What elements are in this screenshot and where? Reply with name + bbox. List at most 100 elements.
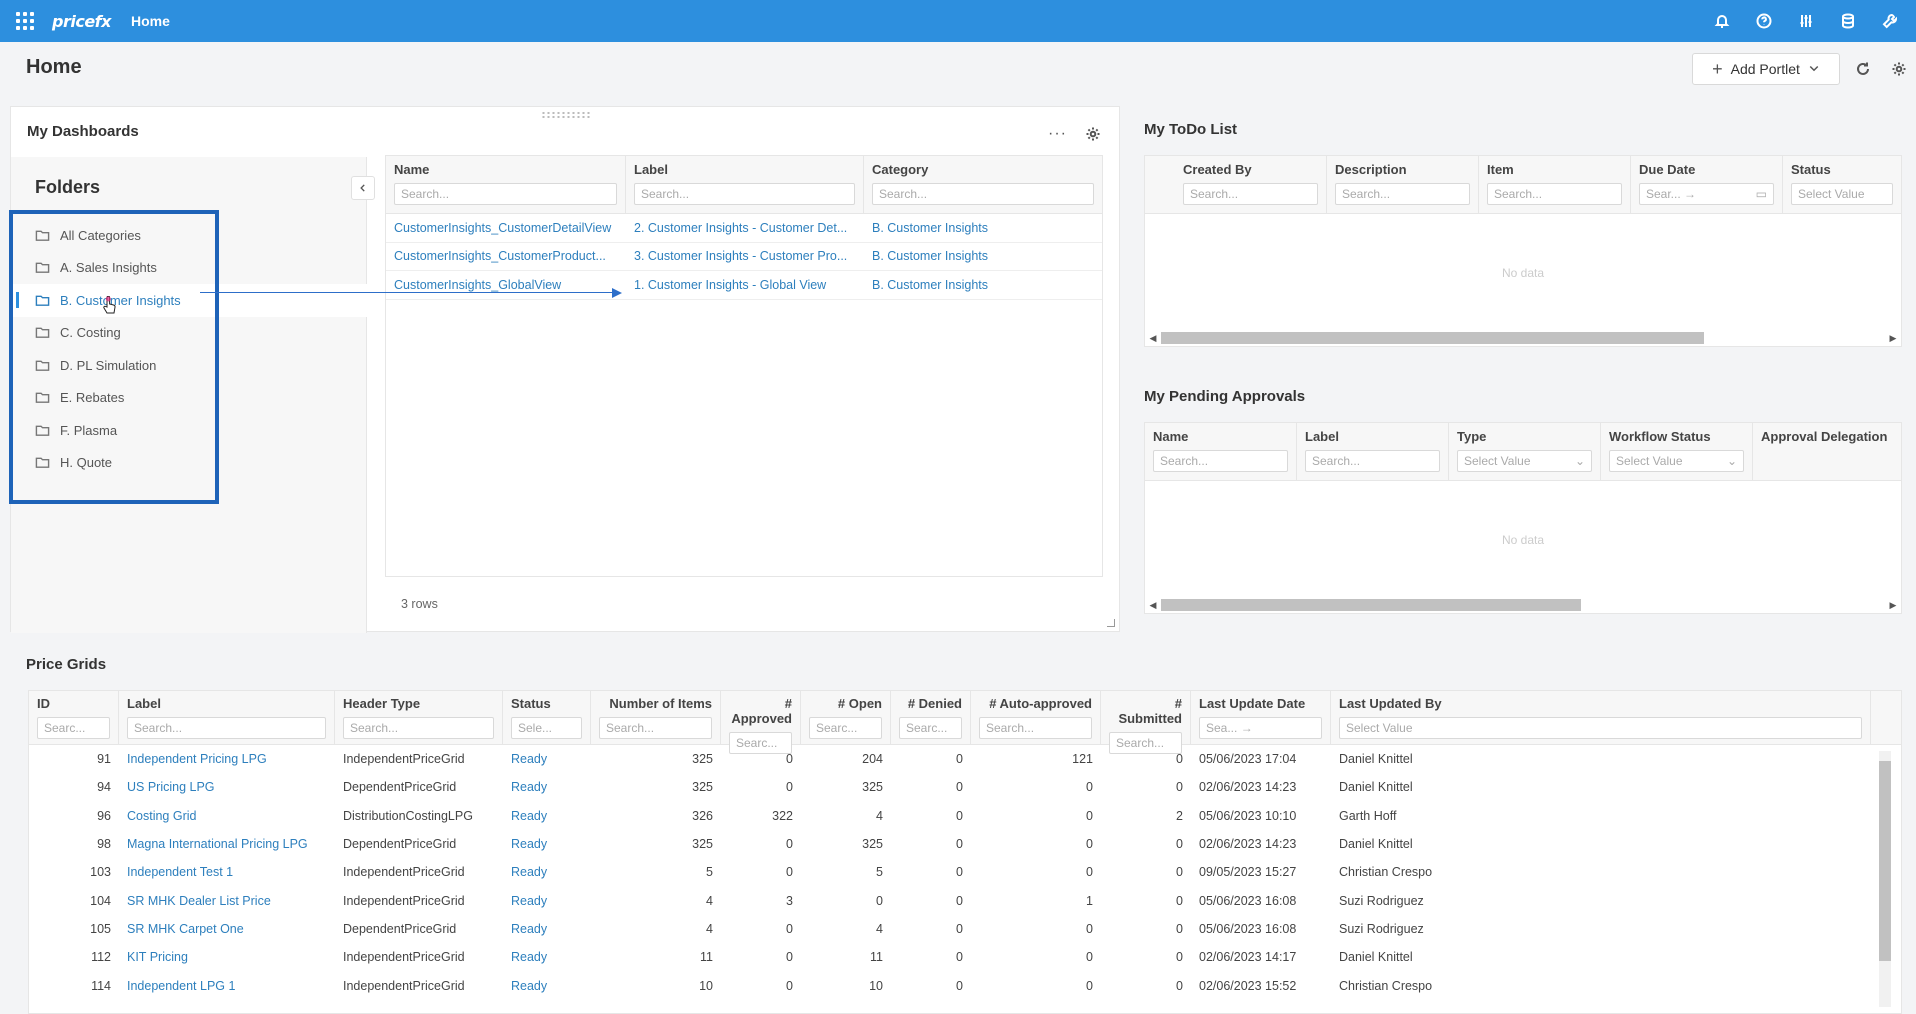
column-filter-input[interactable]: Sele... — [511, 717, 582, 739]
column-filter-input[interactable]: Search... — [343, 717, 494, 739]
label-search-input[interactable]: Search... — [1305, 450, 1440, 472]
more-options-icon[interactable]: ··· — [1048, 125, 1067, 143]
table-cell[interactable]: Independent Pricing LPG — [119, 752, 335, 766]
label-search-input[interactable]: Search... — [634, 183, 855, 205]
table-cell[interactable]: KIT Pricing — [119, 950, 335, 964]
name-search-input[interactable]: Search... — [394, 183, 617, 205]
app-menu-icon[interactable] — [16, 12, 34, 30]
column-header[interactable]: Number of Items — [599, 696, 712, 711]
column-header[interactable]: Name — [1153, 429, 1288, 444]
table-cell[interactable]: SR MHK Carpet One — [119, 922, 335, 936]
column-header[interactable]: Item — [1487, 162, 1622, 177]
column-header[interactable]: Status — [511, 696, 582, 711]
column-header[interactable]: # Submitted — [1109, 696, 1182, 726]
column-filter-input[interactable]: Searc... — [899, 717, 962, 739]
page-settings-button[interactable] — [1888, 58, 1910, 80]
column-header[interactable]: Due Date — [1639, 162, 1774, 177]
column-header[interactable]: Workflow Status — [1609, 429, 1744, 444]
column-header[interactable]: # Approved — [729, 696, 792, 726]
column-header[interactable]: Label — [634, 162, 855, 177]
column-header[interactable]: Label — [1305, 429, 1440, 444]
table-row[interactable]: 104 SR MHK Dealer List Price IndependentPr… — [29, 886, 1901, 914]
horizontal-scrollbar[interactable]: ◀ ▶ — [1145, 330, 1901, 346]
table-cell[interactable]: Costing Grid — [119, 809, 335, 823]
row-label[interactable]: 2. Customer Insights - Customer Det... — [626, 221, 864, 235]
column-header[interactable]: ID — [37, 696, 110, 711]
table-cell[interactable]: Independent LPG 1 — [119, 979, 335, 993]
help-icon[interactable] — [1754, 11, 1774, 31]
folder-item[interactable]: All Categories — [11, 219, 367, 252]
table-cell[interactable]: US Pricing LPG — [119, 780, 335, 794]
folder-item[interactable]: F. Plasma — [11, 414, 367, 447]
table-cell[interactable]: Independent Test 1 — [119, 865, 335, 879]
gear-icon[interactable] — [1085, 126, 1101, 142]
column-header[interactable]: Created By — [1183, 162, 1318, 177]
column-header[interactable]: Status — [1791, 162, 1893, 177]
column-header[interactable]: # Open — [809, 696, 882, 711]
folder-item-active[interactable]: B. Customer Insights — [11, 284, 367, 317]
column-header[interactable]: Description — [1335, 162, 1470, 177]
refresh-button[interactable] — [1852, 58, 1874, 80]
column-header[interactable]: Name — [394, 162, 617, 177]
tools-icon[interactable] — [1880, 11, 1900, 31]
column-filter-input[interactable]: Search... — [979, 717, 1092, 739]
table-row[interactable]: 103 Independent Test 1 IndependentPriceGri… — [29, 858, 1901, 886]
column-header[interactable]: Last Update Date — [1199, 696, 1322, 711]
column-filter-input[interactable]: Sea... → — [1199, 717, 1322, 739]
workflow-status-select[interactable]: Select Value ⌄ — [1609, 450, 1744, 472]
table-row[interactable]: 105 SR MHK Carpet One DependentPriceGrid Re… — [29, 915, 1901, 943]
row-category[interactable]: B. Customer Insights — [864, 221, 1102, 235]
column-filter-input[interactable]: Search... — [599, 717, 712, 739]
item-search-input[interactable]: Search... — [1487, 183, 1622, 205]
horizontal-scrollbar[interactable]: ◀ ▶ — [1145, 597, 1901, 613]
folder-item[interactable]: E. Rebates — [11, 382, 367, 415]
row-name[interactable]: CustomerInsights_GlobalView — [386, 278, 626, 292]
table-row[interactable]: CustomerInsights_CustomerProduct... 3. C… — [386, 243, 1102, 271]
add-portlet-button[interactable]: + Add Portlet — [1692, 53, 1840, 85]
column-header[interactable]: # Denied — [899, 696, 962, 711]
row-category[interactable]: B. Customer Insights — [864, 249, 1102, 263]
sliders-icon[interactable] — [1796, 11, 1816, 31]
scroll-left-icon[interactable]: ◀ — [1145, 333, 1161, 344]
table-cell[interactable]: Magna International Pricing LPG — [119, 837, 335, 851]
table-row[interactable]: CustomerInsights_GlobalView 1. Customer … — [386, 271, 1102, 300]
due-date-range-input[interactable]: Sear... → ▭ — [1639, 183, 1774, 205]
row-category[interactable]: B. Customer Insights — [864, 278, 1102, 292]
folder-item[interactable]: A. Sales Insights — [11, 252, 367, 285]
folder-item[interactable]: D. PL Simulation — [11, 349, 367, 382]
column-header[interactable]: Category — [872, 162, 1094, 177]
drag-handle[interactable] — [541, 111, 591, 119]
column-filter-input[interactable]: Search... — [1109, 732, 1182, 754]
folder-item[interactable]: C. Costing — [11, 317, 367, 350]
column-filter-input[interactable]: Searc... — [37, 717, 110, 739]
scroll-right-icon[interactable]: ▶ — [1885, 600, 1901, 611]
resize-handle[interactable] — [1107, 619, 1115, 627]
notifications-bell-icon[interactable] — [1712, 11, 1732, 31]
category-search-input[interactable]: Search... — [872, 183, 1094, 205]
row-name[interactable]: CustomerInsights_CustomerProduct... — [386, 249, 626, 263]
column-header[interactable]: # Auto-approved — [979, 696, 1092, 711]
name-search-input[interactable]: Search... — [1153, 450, 1288, 472]
description-search-input[interactable]: Search... — [1335, 183, 1470, 205]
created-by-search-input[interactable]: Search... — [1183, 183, 1318, 205]
column-filter-input[interactable]: Searc... — [809, 717, 882, 739]
status-select[interactable]: Select Value — [1791, 183, 1893, 205]
column-filter-input[interactable]: Select Value — [1339, 717, 1862, 739]
table-row[interactable]: CustomerInsights_CustomerDetailView 2. C… — [386, 214, 1102, 243]
table-row[interactable]: 94 US Pricing LPG DependentPriceGrid Ready 3… — [29, 773, 1901, 801]
scroll-right-icon[interactable]: ▶ — [1885, 333, 1901, 344]
table-row[interactable]: 98 Magna International Pricing LPG Depende… — [29, 830, 1901, 858]
column-header[interactable]: Header Type — [343, 696, 494, 711]
table-row[interactable]: 96 Costing Grid DistributionCostingLPG Read… — [29, 802, 1901, 830]
scroll-left-icon[interactable]: ◀ — [1145, 600, 1161, 611]
nav-home-link[interactable]: Home — [131, 13, 170, 29]
column-header[interactable]: Label — [127, 696, 326, 711]
row-label[interactable]: 1. Customer Insights - Global View — [626, 278, 864, 292]
vertical-scrollbar[interactable] — [1879, 751, 1891, 1007]
column-header[interactable]: Type — [1457, 429, 1592, 444]
table-row[interactable]: 114 Independent LPG 1 IndependentPriceGrid… — [29, 971, 1901, 999]
column-filter-input[interactable]: Search... — [127, 717, 326, 739]
column-filter-input[interactable]: Searc... — [729, 732, 792, 754]
database-icon[interactable] — [1838, 11, 1858, 31]
column-header[interactable]: Last Updated By — [1339, 696, 1862, 711]
